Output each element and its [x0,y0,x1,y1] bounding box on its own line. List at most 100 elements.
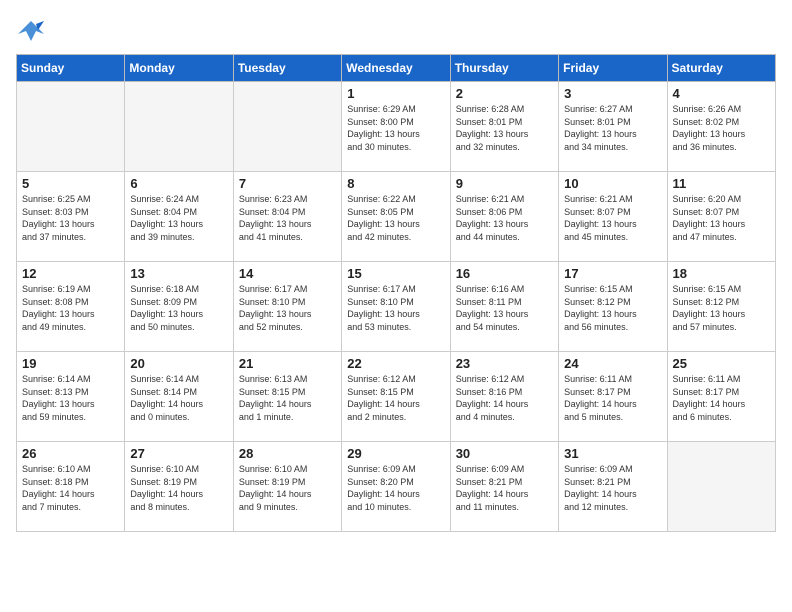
day-number: 24 [564,356,661,371]
calendar-cell [667,442,775,532]
calendar-cell: 15 Sunrise: 6:17 AMSunset: 8:10 PMDayligh… [342,262,450,352]
day-info: Sunrise: 6:26 AMSunset: 8:02 PMDaylight:… [673,103,770,153]
day-info: Sunrise: 6:12 AMSunset: 8:16 PMDaylight:… [456,373,553,423]
day-info: Sunrise: 6:09 AMSunset: 8:20 PMDaylight:… [347,463,444,513]
day-number: 22 [347,356,444,371]
day-number: 26 [22,446,119,461]
calendar-cell: 25 Sunrise: 6:11 AMSunset: 8:17 PMDayligh… [667,352,775,442]
day-number: 16 [456,266,553,281]
day-number: 5 [22,176,119,191]
day-number: 12 [22,266,119,281]
calendar-cell: 20 Sunrise: 6:14 AMSunset: 8:14 PMDayligh… [125,352,233,442]
day-info: Sunrise: 6:10 AMSunset: 8:19 PMDaylight:… [239,463,336,513]
day-info: Sunrise: 6:16 AMSunset: 8:11 PMDaylight:… [456,283,553,333]
calendar-cell: 11Sunrise: 6:20 AMSunset: 8:07 PMDayligh… [667,172,775,262]
calendar-cell: 2 Sunrise: 6:28 AMSunset: 8:01 PMDaylight… [450,82,558,172]
day-number: 21 [239,356,336,371]
calendar-cell: 19 Sunrise: 6:14 AMSunset: 8:13 PMDayligh… [17,352,125,442]
day-info: Sunrise: 6:27 AMSunset: 8:01 PMDaylight:… [564,103,661,153]
day-number: 28 [239,446,336,461]
day-number: 27 [130,446,227,461]
calendar-cell: 13 Sunrise: 6:18 AMSunset: 8:09 PMDayligh… [125,262,233,352]
day-info: Sunrise: 6:22 AMSunset: 8:05 PMDaylight:… [347,193,444,243]
day-info: Sunrise: 6:20 AMSunset: 8:07 PMDaylight:… [673,193,770,243]
day-of-week-header: Tuesday [233,55,341,82]
day-number: 13 [130,266,227,281]
day-number: 25 [673,356,770,371]
calendar-cell: 8 Sunrise: 6:22 AMSunset: 8:05 PMDaylight… [342,172,450,262]
day-number: 7 [239,176,336,191]
calendar-week-row: 19 Sunrise: 6:14 AMSunset: 8:13 PMDayligh… [17,352,776,442]
calendar-cell: 10 Sunrise: 6:21 AMSunset: 8:07 PMDayligh… [559,172,667,262]
calendar-cell: 21 Sunrise: 6:13 AMSunset: 8:15 PMDayligh… [233,352,341,442]
day-of-week-header: Friday [559,55,667,82]
day-info: Sunrise: 6:21 AMSunset: 8:07 PMDaylight:… [564,193,661,243]
day-of-week-header: Monday [125,55,233,82]
calendar-cell: 22 Sunrise: 6:12 AMSunset: 8:15 PMDayligh… [342,352,450,442]
calendar-cell: 14Sunrise: 6:17 AMSunset: 8:10 PMDayligh… [233,262,341,352]
day-info: Sunrise: 6:24 AMSunset: 8:04 PMDaylight:… [130,193,227,243]
day-info: Sunrise: 6:18 AMSunset: 8:09 PMDaylight:… [130,283,227,333]
day-info: Sunrise: 6:25 AMSunset: 8:03 PMDaylight:… [22,193,119,243]
day-number: 17 [564,266,661,281]
day-number: 29 [347,446,444,461]
day-number: 20 [130,356,227,371]
calendar-cell: 30Sunrise: 6:09 AMSunset: 8:21 PMDayligh… [450,442,558,532]
day-info: Sunrise: 6:09 AMSunset: 8:21 PMDaylight:… [564,463,661,513]
day-info: Sunrise: 6:23 AMSunset: 8:04 PMDaylight:… [239,193,336,243]
calendar-cell: 31Sunrise: 6:09 AMSunset: 8:21 PMDayligh… [559,442,667,532]
calendar-cell: 16 Sunrise: 6:16 AMSunset: 8:11 PMDayligh… [450,262,558,352]
day-info: Sunrise: 6:17 AMSunset: 8:10 PMDaylight:… [347,283,444,333]
calendar-cell: 17 Sunrise: 6:15 AMSunset: 8:12 PMDayligh… [559,262,667,352]
calendar-cell: 7 Sunrise: 6:23 AMSunset: 8:04 PMDaylight… [233,172,341,262]
day-of-week-header: Thursday [450,55,558,82]
calendar-cell: 1 Sunrise: 6:29 AMSunset: 8:00 PMDaylight… [342,82,450,172]
calendar-week-row: 26 Sunrise: 6:10 AMSunset: 8:18 PMDayligh… [17,442,776,532]
day-info: Sunrise: 6:15 AMSunset: 8:12 PMDaylight:… [564,283,661,333]
day-of-week-header: Wednesday [342,55,450,82]
calendar-cell [17,82,125,172]
day-info: Sunrise: 6:10 AMSunset: 8:18 PMDaylight:… [22,463,119,513]
calendar-week-row: 12Sunrise: 6:19 AMSunset: 8:08 PMDayligh… [17,262,776,352]
calendar-cell: 9 Sunrise: 6:21 AMSunset: 8:06 PMDaylight… [450,172,558,262]
logo-icon [16,16,46,46]
day-of-week-header: Saturday [667,55,775,82]
calendar-cell: 6 Sunrise: 6:24 AMSunset: 8:04 PMDaylight… [125,172,233,262]
calendar-cell: 23 Sunrise: 6:12 AMSunset: 8:16 PMDayligh… [450,352,558,442]
day-number: 6 [130,176,227,191]
calendar-cell: 5 Sunrise: 6:25 AMSunset: 8:03 PMDaylight… [17,172,125,262]
calendar-header-row: SundayMondayTuesdayWednesdayThursdayFrid… [17,55,776,82]
day-info: Sunrise: 6:14 AMSunset: 8:13 PMDaylight:… [22,373,119,423]
day-number: 23 [456,356,553,371]
day-info: Sunrise: 6:11 AMSunset: 8:17 PMDaylight:… [564,373,661,423]
calendar-cell: 18Sunrise: 6:15 AMSunset: 8:12 PMDayligh… [667,262,775,352]
day-number: 14 [239,266,336,281]
logo [16,16,50,46]
day-number: 3 [564,86,661,101]
day-number: 10 [564,176,661,191]
day-number: 2 [456,86,553,101]
day-info: Sunrise: 6:28 AMSunset: 8:01 PMDaylight:… [456,103,553,153]
day-number: 9 [456,176,553,191]
day-info: Sunrise: 6:12 AMSunset: 8:15 PMDaylight:… [347,373,444,423]
calendar-cell [125,82,233,172]
day-number: 15 [347,266,444,281]
day-number: 4 [673,86,770,101]
page-header [16,16,776,46]
calendar-table: SundayMondayTuesdayWednesdayThursdayFrid… [16,54,776,532]
calendar-week-row: 5 Sunrise: 6:25 AMSunset: 8:03 PMDaylight… [17,172,776,262]
day-info: Sunrise: 6:21 AMSunset: 8:06 PMDaylight:… [456,193,553,243]
day-info: Sunrise: 6:29 AMSunset: 8:00 PMDaylight:… [347,103,444,153]
calendar-cell: 28 Sunrise: 6:10 AMSunset: 8:19 PMDayligh… [233,442,341,532]
calendar-cell: 12Sunrise: 6:19 AMSunset: 8:08 PMDayligh… [17,262,125,352]
day-info: Sunrise: 6:11 AMSunset: 8:17 PMDaylight:… [673,373,770,423]
day-number: 30 [456,446,553,461]
day-info: Sunrise: 6:13 AMSunset: 8:15 PMDaylight:… [239,373,336,423]
day-info: Sunrise: 6:14 AMSunset: 8:14 PMDaylight:… [130,373,227,423]
day-number: 8 [347,176,444,191]
calendar-week-row: 1 Sunrise: 6:29 AMSunset: 8:00 PMDaylight… [17,82,776,172]
day-number: 1 [347,86,444,101]
calendar-cell: 24 Sunrise: 6:11 AMSunset: 8:17 PMDayligh… [559,352,667,442]
calendar-cell: 29 Sunrise: 6:09 AMSunset: 8:20 PMDayligh… [342,442,450,532]
day-number: 19 [22,356,119,371]
